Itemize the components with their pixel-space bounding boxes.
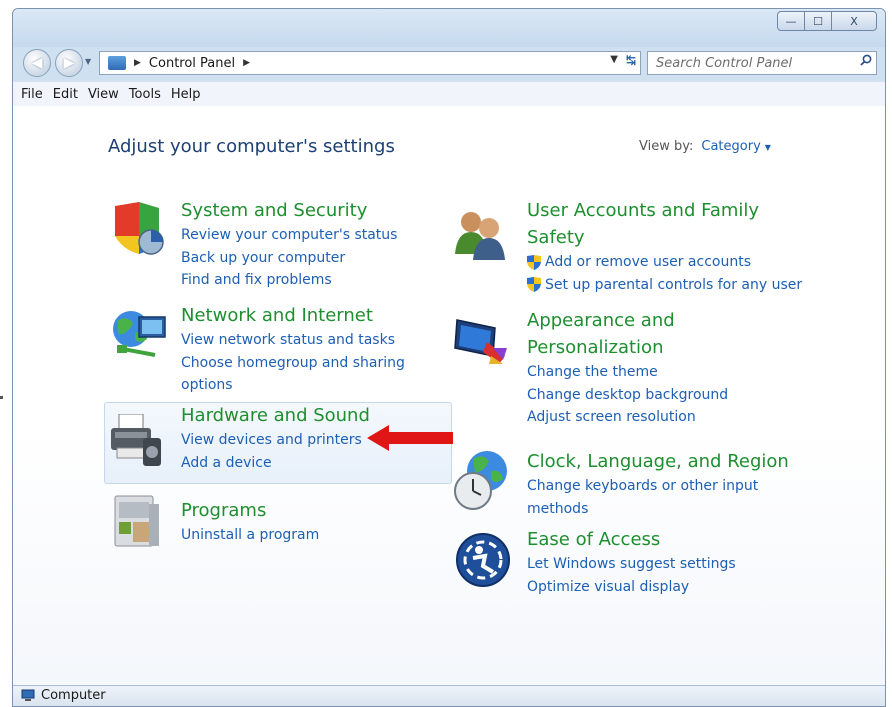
clock-region-title[interactable]: Clock, Language, and Region [527, 448, 789, 475]
user-accounts-icon [455, 212, 505, 260]
menu-view[interactable]: View [88, 87, 119, 102]
link-change-theme[interactable]: Change the theme [527, 361, 728, 384]
category-ease-of-access: Ease of Access Let Windows suggest setti… [527, 526, 736, 598]
breadcrumb-chevron-icon[interactable]: ▶ [243, 58, 250, 68]
search-placeholder[interactable]: Search Control Panel [656, 56, 792, 71]
status-text: Computer [41, 688, 106, 703]
view-by: View by: Category ▼ [639, 139, 771, 154]
recent-pages-chevron-icon[interactable]: ▼ [85, 57, 91, 66]
ease-of-access-title[interactable]: Ease of Access [527, 526, 736, 553]
system-security-icon [115, 202, 164, 255]
printer-icon [111, 414, 161, 466]
search-icon[interactable] [860, 54, 872, 66]
category-network-internet: Network and Internet View network status… [181, 302, 405, 397]
window-controls: — ☐ X [777, 11, 877, 31]
close-button[interactable]: X [831, 11, 877, 31]
link-back-up[interactable]: Back up your computer [181, 247, 397, 270]
navigation-bar: ◀ ▶ ▼ ▶ Control Panel ▶ ▼ ↹ Search Contr… [13, 47, 885, 79]
maximize-button[interactable]: ☐ [804, 11, 832, 31]
link-network-status[interactable]: View network status and tasks [181, 329, 405, 352]
forward-arrow-icon: ▶ [63, 55, 75, 71]
link-change-keyboards-methods[interactable]: methods [527, 498, 789, 521]
link-parental-controls[interactable]: Set up parental controls for any user [545, 274, 802, 297]
breadcrumb-control-panel[interactable]: Control Panel [149, 56, 235, 71]
main-content: Adjust your computer's settings View by:… [13, 106, 885, 686]
menu-edit[interactable]: Edit [53, 87, 78, 102]
programs-icon [114, 495, 159, 547]
link-add-remove-accounts-row: Add or remove user accounts [527, 251, 802, 274]
link-homegroup-sharing-options[interactable]: options [181, 374, 405, 397]
forward-button[interactable]: ▶ [55, 49, 83, 77]
link-parental-controls-row: Set up parental controls for any user [527, 274, 802, 297]
link-find-fix[interactable]: Find and fix problems [181, 269, 397, 292]
network-globe-icon [113, 311, 166, 357]
status-bar: Computer [13, 685, 885, 706]
system-security-title[interactable]: System and Security [181, 197, 397, 224]
ease-of-access-icon [456, 533, 510, 587]
computer-icon [21, 689, 35, 701]
category-hardware-sound: Hardware and Sound View devices and prin… [181, 402, 370, 474]
hardware-sound-title[interactable]: Hardware and Sound [181, 402, 370, 429]
search-box[interactable]: Search Control Panel [647, 51, 877, 75]
control-panel-window: — ☐ X ◀ ▶ ▼ ▶ Control Panel ▶ ▼ ↹ Search… [12, 8, 886, 707]
chevron-down-icon[interactable]: ▼ [765, 143, 771, 152]
link-view-devices-printers[interactable]: View devices and printers [181, 429, 370, 452]
title-bar: — ☐ X [13, 9, 885, 47]
minimize-button[interactable]: — [777, 11, 805, 31]
category-system-security: System and Security Review your computer… [181, 197, 397, 292]
link-uninstall-program[interactable]: Uninstall a program [181, 524, 319, 547]
menu-tools[interactable]: Tools [129, 87, 161, 102]
network-internet-title[interactable]: Network and Internet [181, 302, 405, 329]
address-bar[interactable]: ▶ Control Panel ▶ ▼ ↹ [99, 51, 641, 75]
user-accounts-title-line1[interactable]: User Accounts and Family [527, 197, 802, 224]
link-add-device[interactable]: Add a device [181, 452, 370, 475]
category-programs: Programs Uninstall a program [181, 497, 319, 547]
red-arrow-icon [367, 425, 453, 451]
link-change-keyboards[interactable]: Change keyboards or other input [527, 475, 789, 498]
page-title: Adjust your computer's settings [108, 136, 395, 157]
link-windows-suggest[interactable]: Let Windows suggest settings [527, 553, 736, 576]
category-appearance: Appearance and Personalization Change th… [527, 307, 728, 429]
menu-bar: File Edit View Tools Help [13, 81, 885, 107]
user-accounts-title-line2[interactable]: Safety [527, 224, 802, 251]
link-review-status[interactable]: Review your computer's status [181, 224, 397, 247]
category-user-accounts: User Accounts and Family Safety Add or r… [527, 197, 802, 296]
uac-shield-icon [527, 254, 541, 270]
clock-globe-icon [454, 451, 507, 510]
control-panel-icon [108, 56, 126, 70]
category-clock-region: Clock, Language, and Region Change keybo… [527, 448, 789, 520]
link-homegroup-sharing[interactable]: Choose homegroup and sharing [181, 352, 405, 375]
link-optimize-visual[interactable]: Optimize visual display [527, 576, 736, 599]
page-edge-mark [0, 396, 3, 399]
uac-shield-icon [527, 277, 541, 293]
appearance-title-line2[interactable]: Personalization [527, 334, 728, 361]
breadcrumb-separator-icon[interactable]: ▶ [134, 58, 141, 68]
appearance-title-line1[interactable]: Appearance and [527, 307, 728, 334]
back-button[interactable]: ◀ [23, 49, 51, 77]
view-by-label: View by: [639, 139, 694, 154]
refresh-icon[interactable]: ↹ [626, 53, 636, 67]
view-by-dropdown[interactable]: Category [701, 139, 760, 154]
programs-title[interactable]: Programs [181, 497, 319, 524]
link-screen-resolution[interactable]: Adjust screen resolution [527, 406, 728, 429]
appearance-icon [454, 319, 507, 364]
back-arrow-icon: ◀ [31, 55, 43, 71]
link-change-background[interactable]: Change desktop background [527, 384, 728, 407]
menu-file[interactable]: File [21, 87, 43, 102]
address-dropdown-icon[interactable]: ▼ [610, 54, 618, 65]
link-add-remove-accounts[interactable]: Add or remove user accounts [545, 251, 751, 274]
menu-help[interactable]: Help [171, 87, 201, 102]
